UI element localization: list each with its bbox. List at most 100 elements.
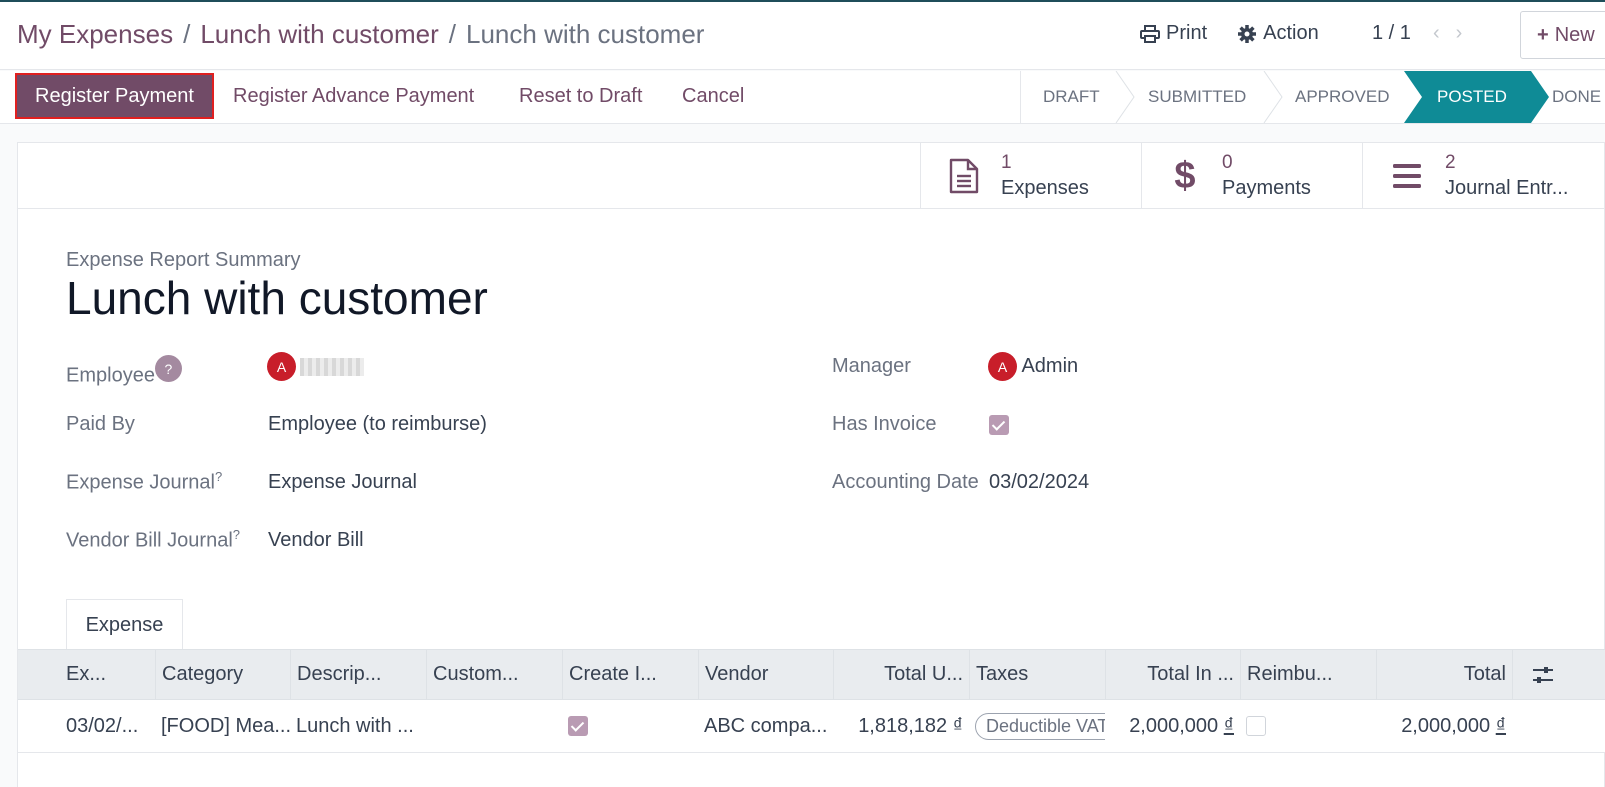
employee-label: Employee? [66,355,182,388]
chevron-left-icon[interactable]: ‹ [1433,22,1456,44]
status-bar: Register Payment Register Advance Paymen… [0,71,1605,124]
currency-symbol: ₫ [1495,714,1506,737]
col-reimbursed[interactable]: Reimbu... [1240,650,1376,699]
breadcrumb-separator: / [183,19,191,49]
has-invoice-checkbox[interactable] [989,414,1009,435]
expense-journal-label: Expense Journal? [66,469,222,495]
expenses-label: Expenses [1001,177,1089,199]
cell-vendor[interactable]: ABC compa... [698,700,833,752]
journal-entries-smart-button[interactable]: 2 Journal Entr... [1362,143,1605,209]
reset-to-draft-button[interactable]: Reset to Draft [519,73,642,119]
paid-by-field[interactable]: Employee (to reimburse) [268,413,487,436]
new-label: New [1554,23,1595,46]
control-panel: My Expenses / Lunch with customer / Lunch wi… [0,2,1605,70]
tab-expense[interactable]: Expense [66,599,183,651]
col-vendor[interactable]: Vendor [698,650,833,699]
expenses-count: 1 [1001,152,1012,173]
cell-category[interactable]: [FOOD] Mea... [155,700,290,752]
vendor-bill-journal-label-text: Vendor Bill Journal [66,529,233,552]
plus-icon: + [1537,23,1549,46]
col-date[interactable]: Ex... [60,650,155,699]
col-total[interactable]: Total [1376,650,1512,699]
reimbursed-checkbox[interactable] [1246,716,1266,736]
cell-reimbursed[interactable] [1240,700,1376,752]
register-payment-button[interactable]: Register Payment [15,73,214,119]
total-incl-value: 2,000,000 [1129,714,1219,737]
create-invoice-checkbox[interactable] [568,716,588,736]
accounting-date-field[interactable]: 03/02/2024 [989,471,1089,494]
column-settings-button[interactable] [1512,650,1572,699]
form-subtitle: Expense Report Summary [66,249,301,271]
cell-date[interactable]: 03/02/... [60,700,155,752]
action-label: Action [1263,22,1319,44]
cell-total-incl[interactable]: 2,000,000 ₫ [1105,700,1240,752]
has-invoice-field[interactable] [989,413,1009,436]
help-badge-icon[interactable]: ? [154,355,182,382]
employee-avatar: A [267,352,296,381]
breadcrumb-separator: / [448,19,456,49]
col-category[interactable]: Category [155,650,290,699]
action-button[interactable]: Action [1237,22,1319,45]
vendor-bill-journal-field[interactable]: Vendor Bill [268,529,364,552]
expenses-smart-button[interactable]: 1 Expenses [920,143,1141,209]
stage-draft[interactable]: DRAFT [1043,71,1100,123]
stage-posted[interactable]: POSTED [1437,71,1507,123]
currency-symbol: ₫ [952,714,963,737]
manager-name: Admin [1021,354,1079,377]
stage-submitted[interactable]: SUBMITTED [1148,71,1246,123]
cell-create-invoice[interactable] [562,700,698,752]
help-mark-icon[interactable]: ? [233,527,240,542]
manager-field[interactable]: A Admin [988,352,1078,381]
has-invoice-label: Has Invoice [832,413,937,435]
document-icon [947,158,981,194]
print-button[interactable]: Print [1140,22,1207,45]
expense-journal-field[interactable]: Expense Journal [268,471,417,494]
journal-entries-count: 2 [1445,152,1456,173]
register-advance-payment-button[interactable]: Register Advance Payment [233,73,474,119]
cell-total-untaxed[interactable]: 1,818,182 ₫ [833,700,969,752]
table-row[interactable]: 03/02/... [FOOD] Mea... Lunch with ... A… [18,700,1605,753]
new-button[interactable]: + New [1520,11,1605,59]
stage-approved[interactable]: APPROVED [1295,71,1389,123]
payments-count: 0 [1222,152,1233,173]
col-customer[interactable]: Custom... [426,650,562,699]
payments-label: Payments [1222,177,1311,199]
paid-by-label: Paid By [66,413,135,435]
payments-smart-button[interactable]: $ 0 Payments [1141,143,1362,209]
dollar-icon: $ [1174,154,1196,197]
total-value: 2,000,000 [1401,714,1491,737]
currency-symbol: ₫ [1223,714,1234,737]
col-create-invoice[interactable]: Create I... [562,650,698,699]
cell-taxes[interactable]: Deductible VAT [969,700,1105,752]
print-label: Print [1166,22,1208,44]
gear-icon [1238,24,1257,43]
col-description[interactable]: Descrip... [290,650,426,699]
employee-field[interactable]: A [267,352,364,381]
col-total-untaxed[interactable]: Total U... [833,650,969,699]
help-mark-icon[interactable]: ? [215,469,222,484]
smart-buttons-row: 1 Expenses $ 0 Payments 2 Journal Entr..… [18,143,1605,209]
pager-arrows: ‹› [1433,22,1478,45]
employee-label-text: Employee [66,364,155,387]
employee-name-redacted [300,357,364,376]
cp-actions: Print Action [1140,22,1349,45]
cancel-button[interactable]: Cancel [682,73,744,119]
chevron-right-icon[interactable]: › [1456,22,1479,44]
sliders-icon [1532,666,1553,683]
cell-total[interactable]: 2,000,000 ₫ [1376,700,1512,752]
breadcrumb-my-expenses[interactable]: My Expenses [17,19,173,49]
cell-customer[interactable] [426,700,562,752]
stage-pipeline: DRAFT SUBMITTED APPROVED POSTED DONE [1020,71,1601,123]
col-taxes[interactable]: Taxes [969,650,1105,699]
breadcrumb-current: Lunch with customer [466,19,705,49]
stage-done[interactable]: DONE [1552,71,1601,123]
manager-avatar: A [988,352,1017,381]
form-title: Lunch with customer [66,272,488,324]
cell-description[interactable]: Lunch with ... [290,700,426,752]
breadcrumb-report[interactable]: Lunch with customer [200,19,438,49]
journal-entries-label: Journal Entr... [1445,177,1569,199]
pager-value[interactable]: 1 / 1 [1372,22,1411,45]
expense-table-header: Ex... Category Descrip... Custom... Crea… [18,649,1605,700]
col-total-incl[interactable]: Total In ... [1105,650,1240,699]
vendor-bill-journal-label: Vendor Bill Journal? [66,527,240,553]
